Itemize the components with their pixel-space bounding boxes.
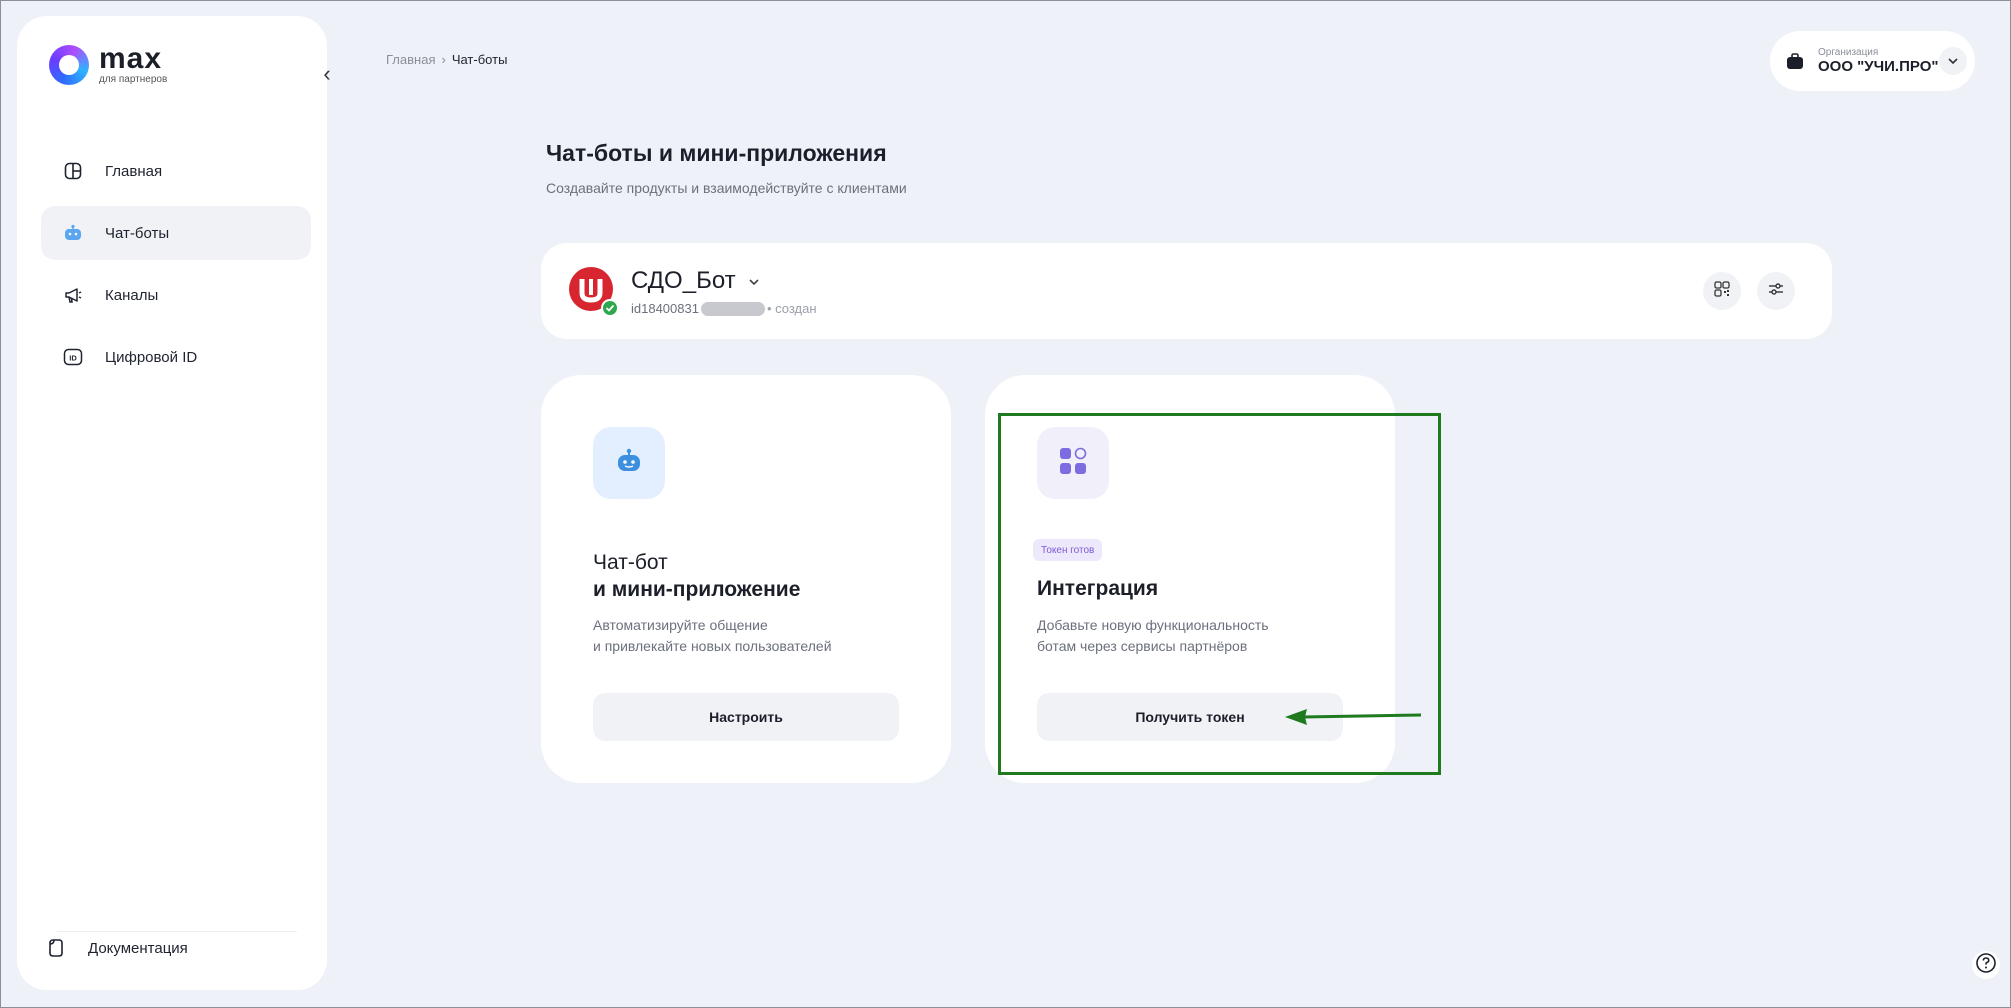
organization-selector[interactable]: Организация ООО "УЧИ.ПРО": [1770, 31, 1975, 91]
sidebar-nav: Главная Чат-боты Каналы ID Цифровой ID: [41, 144, 311, 392]
help-button[interactable]: [1972, 951, 2000, 979]
logo-name: max: [99, 42, 163, 75]
robot-icon: [614, 446, 644, 481]
configure-button[interactable]: Настроить: [593, 693, 899, 741]
bot-meta: id18400831 • создан: [631, 301, 817, 316]
bot-id: id18400831: [631, 301, 699, 316]
page-title: Чат-боты и мини-приложения: [546, 140, 887, 166]
sidebar-item-label: Цифровой ID: [105, 348, 198, 366]
bot-name-dropdown[interactable]: СДО_Бот: [631, 267, 760, 295]
sidebar-item-home[interactable]: Главная: [41, 144, 311, 198]
chatbot-card-description: Автоматизируйте общение и привлекайте но…: [593, 615, 913, 657]
chatbot-title-line2: и мини-приложение: [593, 578, 801, 602]
sidebar: max для партнеров ‹ Главная Чат-боты Кан…: [17, 16, 331, 990]
divider: [57, 931, 297, 932]
logo-subtitle: для партнеров: [99, 74, 168, 85]
organization-name: ООО "УЧИ.ПРО": [1818, 58, 1939, 76]
sidebar-item-channels[interactable]: Каналы: [41, 268, 311, 322]
chevron-down-icon: [748, 273, 760, 289]
chevron-left-icon: ‹: [323, 61, 331, 86]
sidebar-item-docs[interactable]: Документация: [46, 938, 188, 958]
question-icon: [1975, 952, 1997, 979]
max-logo-icon: [49, 44, 89, 85]
sidebar-item-label: Чат-боты: [105, 224, 170, 242]
organization-label: Организация: [1818, 46, 1879, 58]
logo[interactable]: max для партнеров: [49, 44, 167, 85]
qr-code-button[interactable]: [1703, 272, 1741, 310]
megaphone-icon: [63, 285, 83, 305]
sidebar-item-digital-id[interactable]: ID Цифровой ID: [41, 330, 311, 384]
sidebar-item-chatbots[interactable]: Чат-боты: [41, 206, 311, 260]
collapse-sidebar-button[interactable]: ‹: [313, 60, 341, 88]
page-subtitle: Создавайте продукты и взаимодействуйте с…: [546, 180, 907, 196]
chatbot-card-title: Чат-бот и мини-приложение: [593, 549, 800, 604]
redacted-id: [700, 301, 765, 316]
sliders-icon: [1768, 282, 1784, 301]
sidebar-item-label: Каналы: [105, 286, 159, 304]
chatbot-desc-line2: и привлекайте новых пользователей: [593, 638, 832, 654]
annotation-arrow-icon: [1285, 709, 1422, 725]
verified-check-icon: [601, 299, 619, 317]
bot-status: • создан: [766, 301, 817, 316]
id-icon: ID: [63, 347, 83, 367]
breadcrumb-home[interactable]: Главная: [386, 52, 435, 67]
chatbot-desc-line1: Автоматизируйте общение: [593, 617, 768, 633]
bot-selector-card: СДО_Бот id18400831 • создан: [541, 243, 1832, 339]
breadcrumb: Главная › Чат-боты: [386, 52, 507, 67]
sidebar-item-label: Главная: [105, 162, 163, 180]
chatbot-card: Чат-бот и мини-приложение Автоматизируйт…: [541, 375, 951, 783]
qr-code-icon: [1714, 280, 1730, 302]
bot-name: СДО_Бот: [631, 267, 736, 294]
chevron-down-icon: [1939, 47, 1967, 75]
robot-icon: [63, 223, 83, 243]
chatbot-card-icon: [593, 427, 665, 499]
sidebar-item-label: Документация: [88, 939, 188, 957]
document-icon: [46, 938, 66, 958]
chatbot-title-line1: Чат-бот: [593, 551, 668, 574]
settings-button[interactable]: [1757, 272, 1795, 310]
breadcrumb-separator: ›: [441, 52, 446, 67]
briefcase-icon: [1786, 52, 1804, 70]
svg-text:ID: ID: [69, 354, 77, 363]
home-icon: [63, 161, 83, 181]
breadcrumb-current: Чат-боты: [451, 52, 508, 67]
